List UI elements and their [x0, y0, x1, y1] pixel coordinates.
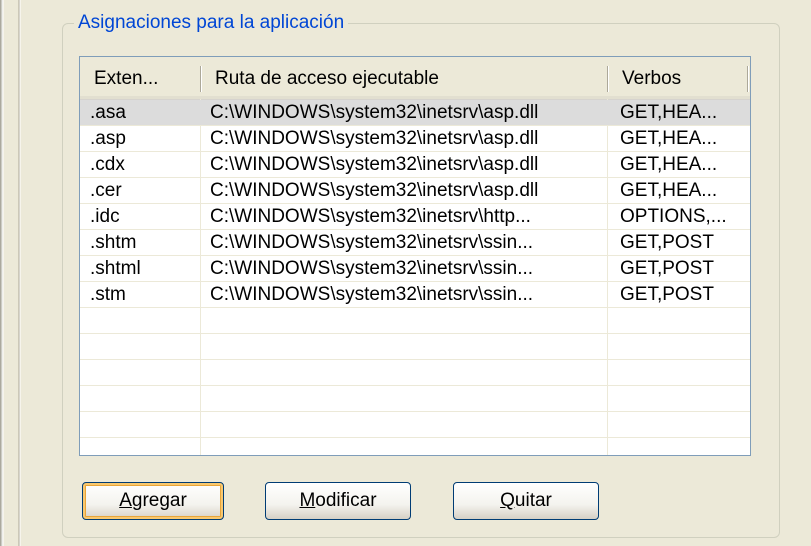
- table-row[interactable]: .idc C:\WINDOWS\system32\inetsrv\http... O…: [80, 204, 750, 230]
- table-row[interactable]: .shtml C:\WINDOWS\system32\inetsrv\ssin..…: [80, 256, 750, 282]
- group-title: Asignaciones para la aplicación: [74, 10, 349, 36]
- cell-path: C:\WINDOWS\system32\inetsrv\asp.dll: [210, 102, 539, 123]
- cell-path: C:\WINDOWS\system32\inetsrv\ssin...: [210, 232, 534, 253]
- table-row[interactable]: .asp C:\WINDOWS\system32\inetsrv\asp.dll G…: [80, 126, 750, 152]
- table-row[interactable]: .cer C:\WINDOWS\system32\inetsrv\asp.dll G…: [80, 178, 750, 204]
- cell-extension: .asa: [90, 102, 126, 123]
- cell-verbs: OPTIONS,...: [620, 206, 727, 227]
- cell-verbs: GET,POST: [620, 258, 714, 279]
- cell-verbs: GET,HEA...: [620, 180, 718, 201]
- column-divider[interactable]: [747, 66, 748, 92]
- column-header-path[interactable]: Ruta de acceso ejecutable: [201, 57, 607, 99]
- cell-verbs: GET,HEA...: [620, 102, 718, 123]
- cell-path: C:\WINDOWS\system32\inetsrv\ssin...: [210, 258, 534, 279]
- remove-button[interactable]: Quitar: [453, 482, 599, 520]
- table-row[interactable]: .shtm C:\WINDOWS\system32\inetsrv\ssin...…: [80, 230, 750, 256]
- cell-extension: .cer: [90, 180, 122, 201]
- column-header-verbs[interactable]: Verbos: [608, 57, 750, 99]
- cell-path: C:\WINDOWS\system32\inetsrv\ssin...: [210, 284, 534, 305]
- cell-extension: .shtml: [90, 258, 141, 279]
- window-left-edge: [0, 0, 22, 546]
- cell-path: C:\WINDOWS\system32\inetsrv\asp.dll: [210, 180, 539, 201]
- table-row[interactable]: .stm C:\WINDOWS\system32\inetsrv\ssin... G…: [80, 282, 750, 308]
- empty-row: [80, 334, 750, 360]
- empty-row: [80, 412, 750, 438]
- modify-button[interactable]: Modificar: [265, 482, 411, 520]
- table-row[interactable]: .cdx C:\WINDOWS\system32\inetsrv\asp.dll G…: [80, 152, 750, 178]
- list-header: Exten... Ruta de acceso ejecutable Verbo…: [80, 57, 750, 100]
- cell-extension: .idc: [90, 206, 120, 227]
- mappings-list[interactable]: Exten... Ruta de acceso ejecutable Verbo…: [79, 56, 751, 456]
- cell-verbs: GET,POST: [620, 232, 714, 253]
- cell-verbs: GET,HEA...: [620, 154, 718, 175]
- cell-extension: .asp: [90, 128, 126, 149]
- table-row[interactable]: .asa C:\WINDOWS\system32\inetsrv\asp.dll G…: [80, 100, 750, 126]
- empty-row: [80, 308, 750, 334]
- empty-row: [80, 386, 750, 412]
- cell-verbs: GET,HEA...: [620, 128, 718, 149]
- add-button[interactable]: Agregar: [82, 482, 224, 520]
- empty-row: [80, 360, 750, 386]
- cell-extension: .stm: [90, 284, 126, 305]
- cell-extension: .cdx: [90, 154, 125, 175]
- cell-path: C:\WINDOWS\system32\inetsrv\asp.dll: [210, 128, 539, 149]
- column-header-extension[interactable]: Exten...: [80, 57, 200, 99]
- cell-extension: .shtm: [90, 232, 137, 253]
- cell-path: C:\WINDOWS\system32\inetsrv\http...: [210, 206, 531, 227]
- cell-path: C:\WINDOWS\system32\inetsrv\asp.dll: [210, 154, 539, 175]
- cell-verbs: GET,POST: [620, 284, 714, 305]
